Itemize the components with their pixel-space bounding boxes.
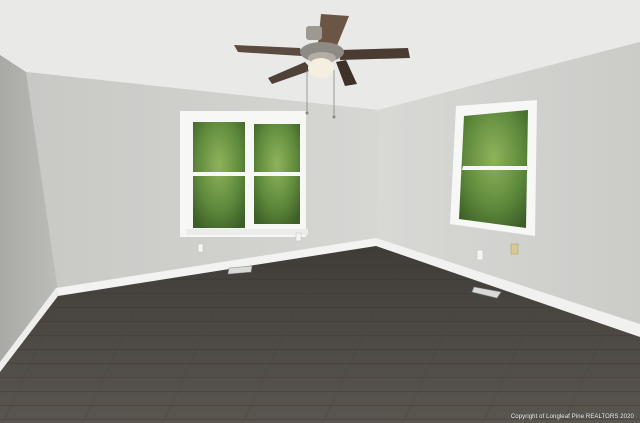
wall-outlet	[295, 232, 302, 242]
window-single	[450, 100, 537, 236]
wall-outlet	[476, 249, 484, 261]
light-switch	[510, 243, 519, 255]
window-double	[180, 111, 308, 237]
room-illustration	[0, 0, 640, 423]
room-photo: Copyright of Longleaf Pine REALTORS 2020	[0, 0, 640, 423]
wall-outlet	[197, 243, 204, 253]
copyright-watermark: Copyright of Longleaf Pine REALTORS 2020	[510, 414, 634, 420]
